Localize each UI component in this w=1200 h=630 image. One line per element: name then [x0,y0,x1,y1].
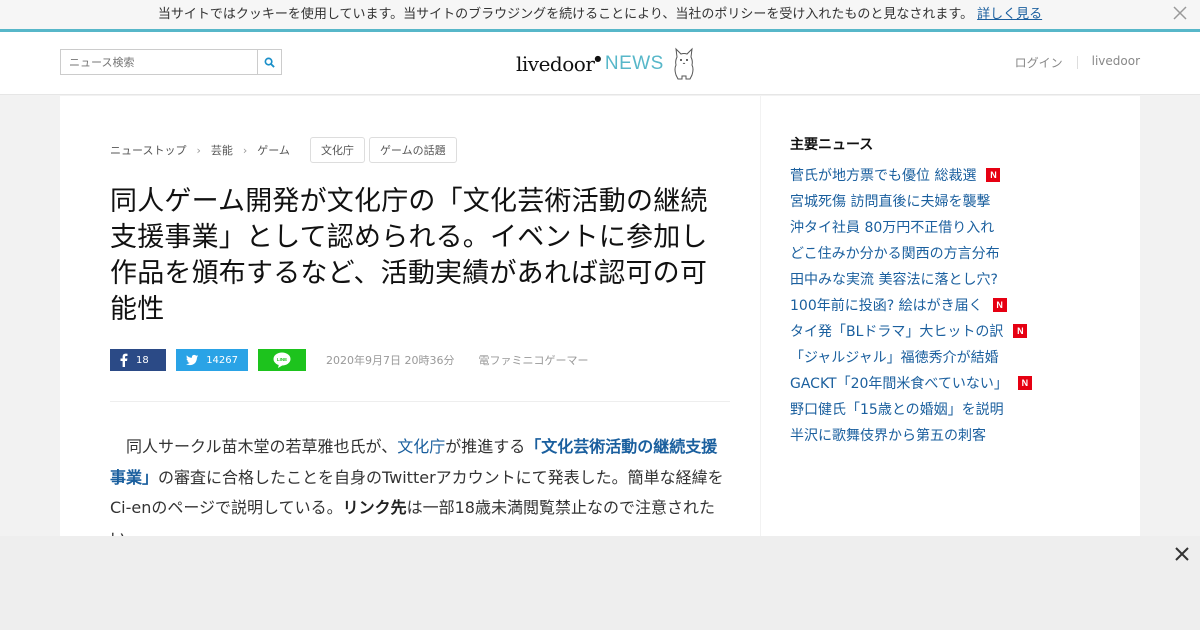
news-item-label[interactable]: 「ジャルジャル」福徳秀介が結婚 [790,347,999,367]
breadcrumb-game[interactable]: ゲーム [257,142,290,158]
share-row: 18 14267 LINE 2020年9月7日 20時36分 電ファミニコゲーマ… [110,349,588,371]
news-item[interactable]: 100年前に投函? 絵はがき届く N [790,292,1032,318]
news-item[interactable]: タイ発「BLドラマ」大ヒットの訳 N [790,318,1032,344]
twitter-count: 14267 [206,354,238,366]
new-badge: N [986,168,1001,182]
site-header: livedoor● NEWS ログイン livedoor [0,32,1200,95]
news-item-label[interactable]: 沖タイ社員 80万円不正借り入れ [790,217,994,237]
cookie-details-link[interactable]: 詳しく見る [977,7,1042,22]
news-item-label[interactable]: 半沢に歌舞伎界から第五の刺客 [790,425,986,445]
close-icon[interactable] [1170,5,1190,25]
news-item[interactable]: 沖タイ社員 80万円不正借り入れ [790,214,1032,240]
login-link[interactable]: ログイン [1001,54,1077,71]
logo-livedoor-text: livedoor● [516,52,601,76]
article-source[interactable]: 電ファミニコゲーマー [478,352,588,368]
facebook-count: 18 [136,354,149,366]
search-box [60,49,282,75]
body-text-2: が推進する [445,437,526,456]
link-destination-text: リンク先 [342,498,407,517]
line-icon-label: LINE [277,357,287,362]
cookie-banner: 当サイトではクッキーを使用しています。当サイトのブラウジングを続けることにより、… [0,0,1200,32]
news-item[interactable]: GACKT「20年間米食べていない」 N [790,370,1032,396]
site-logo[interactable]: livedoor● NEWS [516,44,696,84]
news-item-label[interactable]: 野口健氏「15歳との婚姻」を説明 [790,399,1004,419]
chevron-right-icon: › [196,143,201,157]
breadcrumb: ニューストップ › 芸能 › ゲーム 文化庁 ゲームの話題 [110,137,457,163]
twitter-icon [186,354,199,366]
news-item-label[interactable]: 宮城死傷 訪問直後に夫婦を襲撃 [790,191,990,211]
tag-bunkacho[interactable]: 文化庁 [309,137,365,163]
divider [110,401,730,402]
article-title: 同人ゲーム開発が文化庁の「文化芸術活動の継続支援事業」として認められる。イベント… [110,186,708,325]
body-text-1: 同人サークル苗木堂の若草雅也氏が、 [126,437,398,456]
tag-list: 文化庁 ゲームの話題 [309,137,457,163]
twitter-share-button[interactable]: 14267 [176,349,248,371]
top-news-heading: 主要ニュース [790,137,874,153]
news-item-label[interactable]: どこ住みか分かる関西の方言分布 [790,243,1000,263]
header-links: ログイン livedoor [1001,54,1140,71]
search-input[interactable] [61,50,257,74]
news-item[interactable]: 野口健氏「15歳との婚姻」を説明 [790,396,1032,422]
news-item[interactable]: 田中みな実流 美容法に落とし穴? [790,266,1032,292]
breadcrumb-news-top[interactable]: ニューストップ [110,142,186,158]
line-share-button[interactable]: LINE [258,349,306,371]
tag-game-topic[interactable]: ゲームの話題 [368,137,457,163]
news-item-label[interactable]: 田中みな実流 美容法に落とし穴? [790,269,998,289]
cookie-message: 当サイトではクッキーを使用しています。当サイトのブラウジングを続けることにより、… [157,7,974,22]
close-icon[interactable] [1172,544,1192,564]
news-item[interactable]: どこ住みか分かる関西の方言分布 [790,240,1032,266]
news-item-label[interactable]: タイ発「BLドラマ」大ヒットの訳 [790,321,1003,341]
new-badge: N [1017,376,1032,390]
dog-mascot-icon [674,47,694,80]
news-item[interactable]: 「ジャルジャル」福徳秀介が結婚 [790,344,1032,370]
facebook-icon [120,353,128,367]
new-badge: N [992,298,1007,312]
line-icon: LINE [273,352,291,368]
top-news-list: 菅氏が地方票でも優位 総裁選 N 宮城死傷 訪問直後に夫婦を襲撃 沖タイ社員 80… [790,162,1032,448]
news-item[interactable]: 菅氏が地方票でも優位 総裁選 N [790,162,1032,188]
publish-date: 2020年9月7日 20時36分 [326,354,455,367]
news-item[interactable]: 宮城死傷 訪問直後に夫婦を襲撃 [790,188,1032,214]
news-item-label[interactable]: 菅氏が地方票でも優位 総裁選 [790,165,976,185]
breadcrumb-entertainment[interactable]: 芸能 [211,142,233,158]
new-badge: N [1013,324,1028,338]
news-item-label[interactable]: 100年前に投函? 絵はがき届く [790,295,983,315]
livedoor-link[interactable]: livedoor [1078,54,1140,71]
search-icon [264,57,275,68]
news-item-label[interactable]: GACKT「20年間米食べていない」 [790,373,1008,393]
ad-overlay [0,536,1200,630]
news-item[interactable]: 半沢に歌舞伎界から第五の刺客 [790,422,1032,448]
facebook-share-button[interactable]: 18 [110,349,166,371]
bunkacho-link[interactable]: 文化庁 [397,437,445,456]
logo-news-text: NEWS [604,53,664,74]
search-button[interactable] [257,50,281,74]
chevron-right-icon: › [242,143,248,157]
